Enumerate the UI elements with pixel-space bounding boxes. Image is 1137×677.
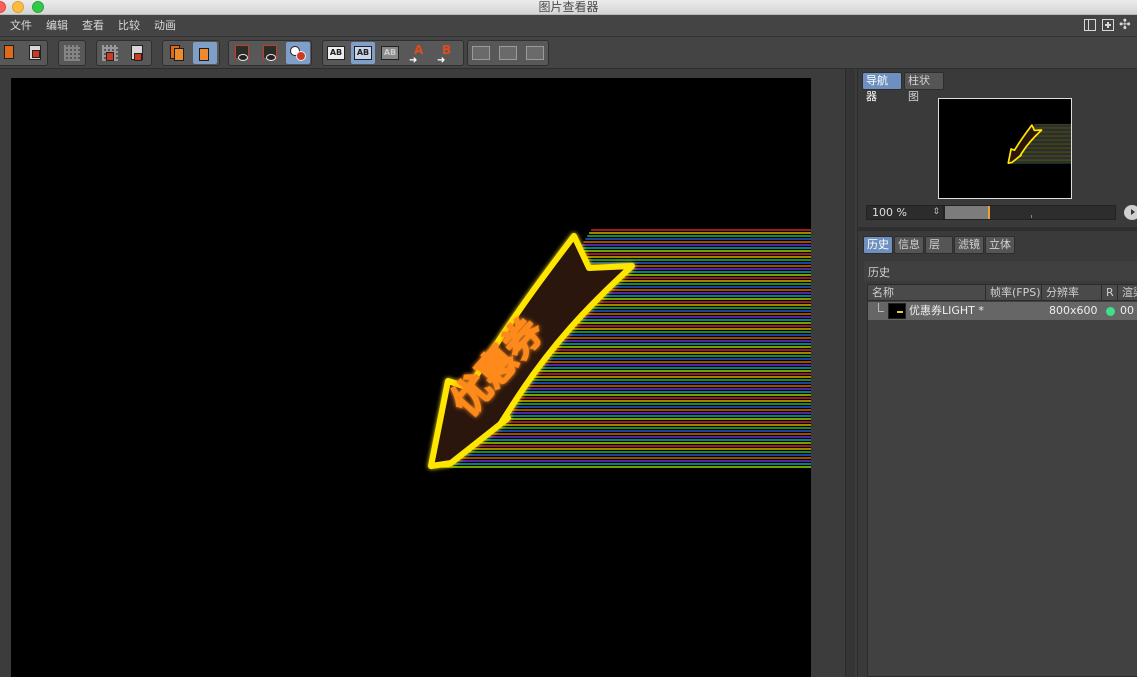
menu-view[interactable]: 查看 bbox=[82, 18, 104, 34]
zoom-slider[interactable] bbox=[944, 205, 1116, 220]
coupon-neon-image: 优惠券 bbox=[428, 229, 811, 469]
menu-animation[interactable]: 动画 bbox=[154, 18, 176, 34]
view-multi-button[interactable] bbox=[286, 42, 310, 64]
tab-filters[interactable]: 滤镜 bbox=[954, 236, 984, 254]
menu-file[interactable]: 文件 bbox=[10, 18, 32, 34]
disabled-frame-icon-2 bbox=[499, 46, 517, 60]
set-a-button[interactable]: A ➜ bbox=[407, 42, 431, 66]
row-thumbnail bbox=[888, 303, 906, 319]
tab-layers[interactable]: 层 bbox=[925, 236, 953, 254]
col-r[interactable]: R bbox=[1102, 285, 1118, 301]
row-fps bbox=[989, 302, 1039, 320]
layout-move-icon[interactable]: ✣ bbox=[1119, 18, 1131, 32]
table-row[interactable]: 优惠券LIGHT * 800x600 00 bbox=[868, 302, 1137, 320]
zoom-slider-tick bbox=[1031, 215, 1032, 218]
col-resolution[interactable]: 分辨率 bbox=[1042, 285, 1102, 301]
col-name[interactable]: 名称 bbox=[868, 285, 986, 301]
save-button[interactable] bbox=[23, 42, 47, 64]
menu-compare[interactable]: 比较 bbox=[118, 18, 140, 34]
ab-text-icon: AB bbox=[327, 46, 345, 60]
export-button[interactable] bbox=[98, 42, 122, 64]
disabled-group bbox=[467, 40, 549, 66]
history-section-title: 历史 bbox=[868, 266, 890, 279]
orange-stack-back-icon bbox=[174, 48, 184, 61]
file-group bbox=[0, 40, 48, 66]
save-badge-icon bbox=[32, 50, 40, 58]
history-table: 名称 帧率(FPS) 分辨率 R 渲染 优惠券LIGHT * 800x600 0… bbox=[867, 284, 1137, 677]
col-fps[interactable]: 帧率(FPS) bbox=[986, 285, 1042, 301]
download-arrow-icon bbox=[134, 53, 142, 61]
side-panel: 导航器 柱状图 100 % ⇕ 历史 信息 层 滤镜 立体 历史 名称 帧率(F… bbox=[857, 69, 1137, 677]
download-button[interactable] bbox=[125, 42, 149, 64]
tab-histogram[interactable]: 柱状图 bbox=[904, 72, 944, 103]
ab-side-button[interactable]: AB bbox=[324, 42, 348, 64]
zoom-input[interactable]: 100 % ⇕ bbox=[866, 205, 944, 220]
tab-history[interactable]: 历史 bbox=[863, 236, 893, 254]
tree-branch-icon bbox=[878, 303, 884, 312]
ab-split-icon: AB bbox=[354, 46, 372, 60]
set-b-button[interactable]: B ➜ bbox=[435, 42, 459, 66]
zoom-slider-handle[interactable] bbox=[988, 206, 990, 219]
history-table-header: 名称 帧率(FPS) 分辨率 R 渲染 bbox=[868, 285, 1137, 301]
window-title: 图片查看器 bbox=[538, 0, 599, 14]
tab-navigator[interactable]: 导航器 bbox=[862, 72, 902, 103]
layout-add-icon[interactable] bbox=[1102, 19, 1114, 31]
transparency-grid-button[interactable] bbox=[60, 42, 84, 64]
panel-divider[interactable] bbox=[858, 227, 1137, 231]
image-viewport[interactable]: 优惠券 bbox=[0, 69, 857, 677]
open-button[interactable] bbox=[0, 42, 22, 64]
layer-orange-active-button[interactable] bbox=[193, 42, 217, 64]
arrow-right-b-icon: ➜ bbox=[437, 55, 446, 66]
row-name: 优惠券LIGHT * bbox=[909, 304, 984, 317]
disabled-button-3[interactable] bbox=[523, 42, 547, 64]
zoom-slider-fill bbox=[945, 206, 988, 219]
disabled-button-2[interactable] bbox=[496, 42, 520, 64]
layer-orange-button[interactable] bbox=[164, 42, 188, 64]
disabled-button-1[interactable] bbox=[469, 42, 493, 64]
play-icon[interactable] bbox=[1124, 205, 1137, 220]
tab-info[interactable]: 信息 bbox=[894, 236, 924, 254]
view-single-button[interactable] bbox=[230, 42, 254, 64]
tab-stereo[interactable]: 立体 bbox=[985, 236, 1015, 254]
export-arrow-icon bbox=[106, 52, 114, 61]
navigator-thumbnail[interactable] bbox=[938, 98, 1072, 199]
eye-compare-icon bbox=[266, 54, 276, 61]
row-render: 00 bbox=[1120, 304, 1134, 317]
ab-overlay-button[interactable]: AB bbox=[378, 42, 402, 64]
disabled-frame-icon-1 bbox=[472, 46, 490, 60]
active-layer-icon bbox=[199, 48, 209, 61]
arrow-right-icon: ➜ bbox=[409, 55, 418, 66]
zoom-stepper-icon[interactable]: ⇕ bbox=[932, 206, 940, 219]
circle-b-icon bbox=[296, 51, 306, 61]
layer-group bbox=[162, 40, 220, 66]
layout-split-icon[interactable] bbox=[1084, 19, 1096, 31]
viewer-vertical-scrollbar[interactable] bbox=[845, 69, 855, 677]
checker-grid-icon bbox=[64, 45, 80, 61]
ab-overlay-icon: AB bbox=[381, 46, 399, 60]
ab-split-button[interactable]: AB bbox=[351, 42, 375, 64]
image-viewer-window: 图片查看器 文件 编辑 查看 比较 动画 ✣ AB AB AB A ➜ B ➜ … bbox=[0, 0, 1137, 677]
view-group bbox=[228, 40, 312, 66]
grid-group bbox=[58, 40, 86, 66]
title-bar: 图片查看器 bbox=[0, 0, 1137, 15]
row-status-dot bbox=[1106, 307, 1115, 316]
menu-edit[interactable]: 编辑 bbox=[46, 18, 68, 34]
toolbar: AB AB AB A ➜ B ➜ bbox=[0, 37, 1137, 69]
navigator-preview bbox=[1007, 124, 1071, 164]
zoom-value: 100 % bbox=[872, 206, 907, 219]
history-section-header bbox=[864, 261, 1137, 281]
compare-group: AB AB AB A ➜ B ➜ bbox=[322, 40, 464, 66]
eye-icon bbox=[238, 54, 248, 61]
image-canvas[interactable]: 优惠券 bbox=[11, 78, 811, 677]
export-group bbox=[96, 40, 152, 66]
row-resolution: 800x600 bbox=[1049, 304, 1098, 317]
menu-bar: 文件 编辑 查看 比较 动画 ✣ bbox=[0, 15, 1137, 37]
col-render[interactable]: 渲染 bbox=[1118, 285, 1137, 301]
open-folder-icon bbox=[4, 45, 14, 59]
disabled-frame-icon-3 bbox=[526, 46, 544, 60]
view-compare-button[interactable] bbox=[258, 42, 282, 64]
